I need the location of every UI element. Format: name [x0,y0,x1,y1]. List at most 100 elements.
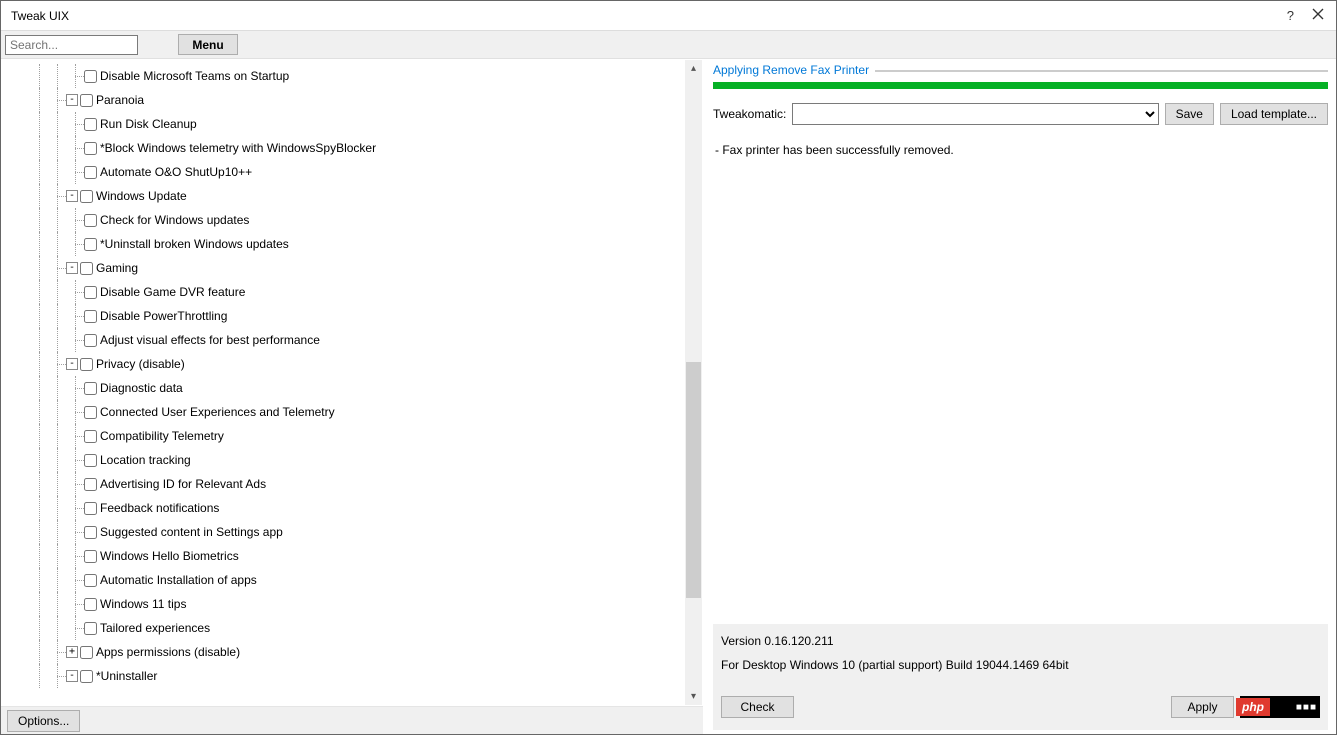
tree-checkbox[interactable] [84,406,97,419]
options-button[interactable]: Options... [7,710,80,732]
apply-button[interactable]: Apply [1171,696,1234,718]
tree-node[interactable]: Location tracking [30,448,702,472]
title-bar: Tweak UIX ? [1,1,1336,31]
expand-toggle[interactable]: + [66,646,78,658]
tree-checkbox[interactable] [84,142,97,155]
tree-checkbox[interactable] [80,262,93,275]
tree-checkbox[interactable] [84,502,97,515]
tree-node[interactable]: Feedback notifications [30,496,702,520]
tree-node[interactable]: *Block Windows telemetry with WindowsSpy… [30,136,702,160]
tree-node[interactable]: - Windows Update [30,184,702,208]
tree-node[interactable]: Advertising ID for Relevant Ads [30,472,702,496]
tree-node[interactable]: Compatibility Telemetry [30,424,702,448]
tree-node[interactable]: Check for Windows updates [30,208,702,232]
log-output: - Fax printer has been successfully remo… [713,125,1328,624]
expand-toggle[interactable]: - [66,190,78,202]
tree-node[interactable]: Tailored experiences [30,616,702,640]
expand-toggle[interactable]: - [66,670,78,682]
tree-checkbox[interactable] [84,550,97,563]
tree-checkbox[interactable] [84,526,97,539]
tree-node[interactable]: *Uninstall broken Windows updates [30,232,702,256]
tree-label: Disable Game DVR feature [100,280,245,304]
save-button[interactable]: Save [1165,103,1214,125]
tree-checkbox[interactable] [80,670,93,683]
tree-label: Advertising ID for Relevant Ads [100,472,266,496]
tree-node[interactable]: Automatic Installation of apps [30,568,702,592]
log-line: - Fax printer has been successfully remo… [715,143,1324,157]
tree-checkbox[interactable] [84,574,97,587]
group-title: Applying Remove Fax Printer [713,63,875,77]
tree-node[interactable]: - Paranoia [30,88,702,112]
tree-label: Windows 11 tips [100,592,186,616]
tree-checkbox[interactable] [84,334,97,347]
scroll-up-icon[interactable]: ▴ [685,60,702,77]
tree-node[interactable]: Diagnostic data [30,376,702,400]
watermark-left: php [1236,698,1270,716]
tree-node[interactable]: Windows 11 tips [30,592,702,616]
window-title: Tweak UIX [7,9,1287,23]
tree-label: Disable PowerThrottling [100,304,227,328]
tree-label: *Block Windows telemetry with WindowsSpy… [100,136,376,160]
tree-checkbox[interactable] [84,70,97,83]
tree-label: Windows Update [96,184,187,208]
status-box: Version 0.16.120.211 For Desktop Windows… [713,624,1328,730]
tree-checkbox[interactable] [84,310,97,323]
tree-node[interactable]: Automate O&O ShutUp10++ [30,160,702,184]
tree-label: Compatibility Telemetry [100,424,224,448]
settings-tree[interactable]: Disable Microsoft Teams on Startup - Paran… [2,60,702,705]
tweakomatic-label: Tweakomatic: [713,107,786,121]
tree-node[interactable]: Adjust visual effects for best performan… [30,328,702,352]
load-template-button[interactable]: Load template... [1220,103,1328,125]
search-input[interactable] [5,35,138,55]
tree-node[interactable]: -*Uninstaller [30,664,702,688]
tree-label: Location tracking [100,448,191,472]
tree-checkbox[interactable] [84,454,97,467]
check-button[interactable]: Check [721,696,794,718]
tree-label: Feedback notifications [100,496,219,520]
tree-node[interactable]: Windows Hello Biometrics [30,544,702,568]
tree-node[interactable]: Suggested content in Settings app [30,520,702,544]
toolbar: Menu [1,31,1336,59]
tree-label: Paranoia [96,88,144,112]
tree-label: Suggested content in Settings app [100,520,283,544]
tree-node[interactable]: Disable PowerThrottling [30,304,702,328]
expand-toggle[interactable]: - [66,94,78,106]
tree-node[interactable]: +Apps permissions (disable) [30,640,702,664]
options-bar: Options... [1,706,703,734]
tree-checkbox[interactable] [84,430,97,443]
tree-label: Automate O&O ShutUp10++ [100,160,252,184]
scroll-thumb[interactable] [686,362,701,598]
menu-button[interactable]: Menu [178,34,238,55]
tree-checkbox[interactable] [84,622,97,635]
expand-toggle[interactable]: - [66,262,78,274]
scroll-down-icon[interactable]: ▾ [685,688,702,705]
tree-checkbox[interactable] [84,118,97,131]
tree-node[interactable]: Run Disk Cleanup [30,112,702,136]
tweakomatic-select[interactable] [792,103,1158,125]
tree-checkbox[interactable] [84,382,97,395]
tree-node[interactable]: Disable Microsoft Teams on Startup [30,64,702,88]
tree-node[interactable]: - Gaming [30,256,702,280]
tree-checkbox[interactable] [84,166,97,179]
tree-checkbox[interactable] [80,94,93,107]
tree-checkbox[interactable] [84,598,97,611]
tree-scrollbar[interactable]: ▴ ▾ [685,60,702,705]
progress-bar [713,82,1328,89]
tree-checkbox[interactable] [80,190,93,203]
tree-label: Connected User Experiences and Telemetry [100,400,335,424]
tree-checkbox[interactable] [84,214,97,227]
tree-checkbox[interactable] [80,358,93,371]
tree-checkbox[interactable] [84,286,97,299]
tree-checkbox[interactable] [80,646,93,659]
tree-node[interactable]: Disable Game DVR feature [30,280,702,304]
tree-node[interactable]: Connected User Experiences and Telemetry [30,400,702,424]
left-pane: Disable Microsoft Teams on Startup - Paran… [1,59,703,734]
tree-label: Gaming [96,256,138,280]
tree-checkbox[interactable] [84,238,97,251]
close-icon[interactable] [1312,8,1324,23]
expand-toggle[interactable]: - [66,358,78,370]
tree-label: Check for Windows updates [100,208,249,232]
help-icon[interactable]: ? [1287,8,1294,23]
tree-checkbox[interactable] [84,478,97,491]
tree-node[interactable]: -Privacy (disable) [30,352,702,376]
